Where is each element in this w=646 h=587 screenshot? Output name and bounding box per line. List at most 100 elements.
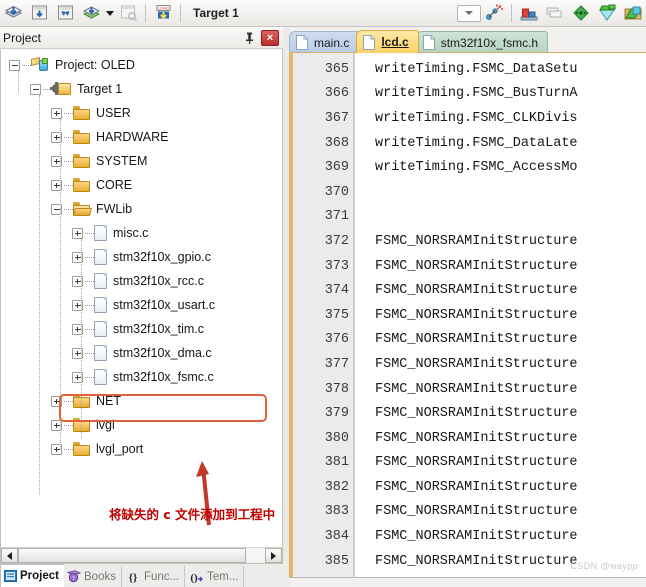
batch-build-dropdown-arrow-icon[interactable] xyxy=(104,2,115,25)
code-line[interactable]: 383 FSMC_NORSRAMInitStructure xyxy=(293,500,646,525)
tree-item-user[interactable]: USER xyxy=(1,101,282,125)
line-number: 377 xyxy=(324,356,349,372)
rebuild-all-icon[interactable] xyxy=(52,2,78,25)
bottom-tab-func[interactable]: {} Func... xyxy=(122,566,186,587)
tree-connector-line xyxy=(64,208,73,210)
bottom-tab-label: Func... xyxy=(143,570,180,583)
code-text: writeTiming.FSMC_DataSetu xyxy=(375,61,578,77)
project-tree: Project: OLED Target 1 USER HARDWARE SYSTEM C… xyxy=(1,49,282,461)
tree-item-lvgl[interactable]: lvgl xyxy=(1,413,282,437)
manage-rte-icon[interactable] xyxy=(594,2,620,25)
code-line[interactable]: 377 FSMC_NORSRAMInitStructure xyxy=(293,352,646,377)
expand-plus-icon[interactable] xyxy=(72,227,83,239)
target-combo-dropdown[interactable] xyxy=(457,4,481,22)
tree-item-fwlib[interactable]: FWLib xyxy=(1,197,282,221)
code-text: FSMC_NORSRAMInitStructure xyxy=(375,479,578,495)
tree-item-net[interactable]: NET xyxy=(1,389,282,413)
tree-item-target-1[interactable]: Target 1 xyxy=(1,77,282,101)
tree-item-label: Project: OLED xyxy=(55,58,135,72)
code-line[interactable]: 375 FSMC_NORSRAMInitStructure xyxy=(293,303,646,328)
tree-item-stm32f10x-fsmc-c[interactable]: stm32f10x_fsmc.c xyxy=(1,365,282,389)
svg-text:?: ? xyxy=(72,576,75,582)
tree-item-lvgl-port[interactable]: lvgl_port xyxy=(1,437,282,461)
editor-tab-label: main.c xyxy=(314,35,350,50)
tree-guide-line xyxy=(60,119,61,449)
books-icon: ? xyxy=(67,570,81,583)
editor-tab-label: stm32f10x_fsmc.h xyxy=(440,35,539,50)
scroll-left-button[interactable] xyxy=(1,548,18,563)
code-line[interactable]: 374 FSMC_NORSRAMInitStructure xyxy=(293,278,646,303)
editor-panel: main.c lcd.c stm32f10x_fsmc.h 365 writeTimi… xyxy=(289,27,646,587)
tree-item-project-oled[interactable]: Project: OLED xyxy=(1,53,282,77)
bottom-tab-project[interactable]: Project xyxy=(0,564,64,587)
target-options-icon[interactable] xyxy=(481,2,507,25)
folder-icon xyxy=(73,106,90,120)
build-target-icon[interactable] xyxy=(26,2,52,25)
code-lines: 365 writeTiming.FSMC_DataSetu 366 writeTimi… xyxy=(293,57,646,587)
code-line[interactable]: 366 writeTiming.FSMC_BusTurnA xyxy=(293,82,646,107)
manage-components-icon[interactable] xyxy=(516,2,542,25)
line-number: 372 xyxy=(324,233,349,249)
collapse-minus-icon[interactable] xyxy=(9,59,20,71)
editor-tab-main-c[interactable]: main.c xyxy=(289,31,360,53)
collapse-minus-icon[interactable] xyxy=(30,83,41,95)
pack-manager-icon[interactable] xyxy=(620,2,646,25)
line-number: 370 xyxy=(324,184,349,200)
tree-item-stm32f10x-tim-c[interactable]: stm32f10x_tim.c xyxy=(1,317,282,341)
tree-item-stm32f10x-dma-c[interactable]: stm32f10x_dma.c xyxy=(1,341,282,365)
tree-guide-line xyxy=(81,239,82,439)
line-number: 375 xyxy=(324,307,349,323)
bottom-tab-books[interactable]: ? Books xyxy=(64,566,122,587)
editor-tab-stm32f10x-fsmc-h[interactable]: stm32f10x_fsmc.h xyxy=(415,31,549,53)
bottom-tab-tem[interactable]: () Tem... xyxy=(185,566,245,587)
translate-icon[interactable] xyxy=(0,2,26,25)
tree-item-stm32f10x-rcc-c[interactable]: stm32f10x_rcc.c xyxy=(1,269,282,293)
code-text: FSMC_NORSRAMInitStructure xyxy=(375,504,578,520)
tree-connector-line xyxy=(85,352,94,354)
hscroll-thumb[interactable] xyxy=(18,548,246,563)
code-line[interactable]: 365 writeTiming.FSMC_DataSetu xyxy=(293,57,646,82)
project-tree-container[interactable]: Project: OLED Target 1 USER HARDWARE SYSTEM C… xyxy=(0,49,283,563)
toolbar-separator xyxy=(145,4,146,22)
code-line[interactable]: 376 FSMC_NORSRAMInitStructure xyxy=(293,328,646,353)
tree-connector-line xyxy=(85,256,94,258)
code-line[interactable]: 369 writeTiming.FSMC_AccessMo xyxy=(293,155,646,180)
annotation-label: 将缺失的 c 文件添加到工程中 xyxy=(109,507,276,522)
code-line[interactable]: 380 FSMC_NORSRAMInitStructure xyxy=(293,426,646,451)
code-line[interactable]: 370 xyxy=(293,180,646,205)
code-line[interactable]: 384 FSMC_NORSRAMInitStructure xyxy=(293,524,646,549)
scroll-right-button[interactable] xyxy=(265,548,282,563)
batch-build-icon[interactable] xyxy=(78,2,104,25)
project-tree-hscrollbar[interactable] xyxy=(0,547,283,564)
tree-item-stm32f10x-usart-c[interactable]: stm32f10x_usart.c xyxy=(1,293,282,317)
code-line[interactable]: 367 writeTiming.FSMC_CLKDivis xyxy=(293,106,646,131)
project-icon xyxy=(31,56,49,73)
line-number: 378 xyxy=(324,381,349,397)
code-line[interactable]: 382 FSMC_NORSRAMInitStructure xyxy=(293,475,646,500)
code-line[interactable]: 368 writeTiming.FSMC_DataLate xyxy=(293,131,646,156)
code-editor-area[interactable]: 365 writeTiming.FSMC_DataSetu 366 writeTimi… xyxy=(289,52,646,587)
hscroll-track[interactable] xyxy=(18,548,265,563)
pack-installer-icon[interactable] xyxy=(568,2,594,25)
code-line[interactable]: 379 FSMC_NORSRAMInitStructure xyxy=(293,401,646,426)
tree-item-misc-c[interactable]: misc.c xyxy=(1,221,282,245)
code-line[interactable]: 372 FSMC_NORSRAMInitStructure xyxy=(293,229,646,254)
tree-item-stm32f10x-gpio-c[interactable]: stm32f10x_gpio.c xyxy=(1,245,282,269)
code-line[interactable]: 381 FSMC_NORSRAMInitStructure xyxy=(293,451,646,476)
editor-tab-lcd-c[interactable]: lcd.c xyxy=(356,30,419,53)
tree-item-hardware[interactable]: HARDWARE xyxy=(1,125,282,149)
close-icon[interactable]: × xyxy=(261,30,279,46)
pin-icon[interactable] xyxy=(241,30,257,46)
expand-plus-icon[interactable] xyxy=(51,107,62,119)
code-line[interactable]: 371 xyxy=(293,205,646,230)
tree-item-core[interactable]: CORE xyxy=(1,173,282,197)
code-line[interactable]: 378 FSMC_NORSRAMInitStructure xyxy=(293,377,646,402)
tree-connector-line xyxy=(64,448,73,450)
bottom-tab-label: Project xyxy=(20,570,59,582)
download-icon[interactable]: LOAD xyxy=(150,2,176,25)
tree-item-system[interactable]: SYSTEM xyxy=(1,149,282,173)
code-line[interactable]: 373 FSMC_NORSRAMInitStructure xyxy=(293,254,646,279)
target-selector-label[interactable]: Target 1 xyxy=(185,6,247,20)
file-icon xyxy=(94,273,107,289)
line-number: 368 xyxy=(324,135,349,151)
